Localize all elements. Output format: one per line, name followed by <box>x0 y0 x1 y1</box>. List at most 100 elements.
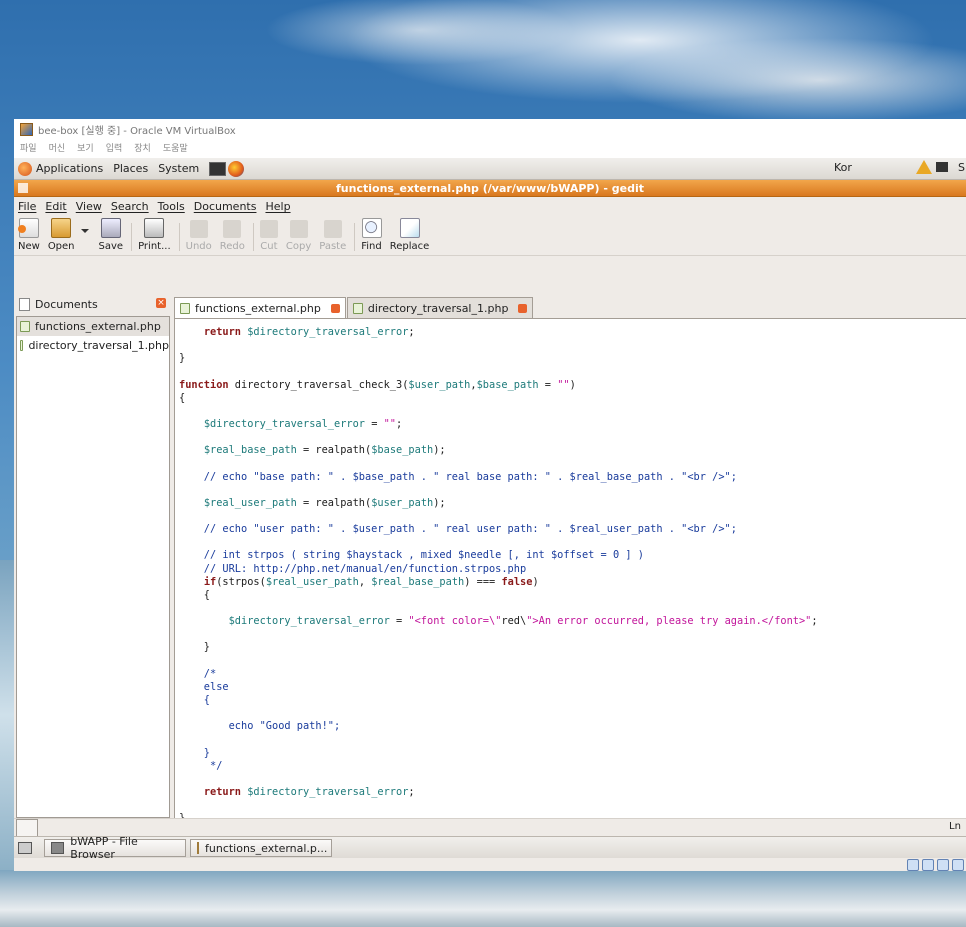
menu-file[interactable]: File <box>18 200 36 213</box>
code-line[interactable] <box>179 733 966 746</box>
keyboard-layout-indicator[interactable]: Kor <box>834 161 852 174</box>
code-line[interactable] <box>179 536 966 549</box>
panel-system[interactable]: System <box>158 162 199 175</box>
network-icon[interactable] <box>936 162 948 172</box>
code-line[interactable] <box>179 365 966 378</box>
menu-edit[interactable]: Edit <box>45 200 66 213</box>
code-line[interactable]: return $directory_traversal_error; <box>179 786 966 799</box>
code-line[interactable] <box>179 707 966 720</box>
code-line[interactable] <box>179 799 966 812</box>
warning-icon[interactable] <box>916 160 932 174</box>
gnome-foot-icon[interactable] <box>18 161 32 176</box>
code-line[interactable]: // URL: http://php.net/manual/en/functio… <box>179 563 966 576</box>
panel-applications[interactable]: Applications <box>36 162 103 175</box>
code-line[interactable]: } <box>179 747 966 760</box>
firefox-launcher-icon[interactable] <box>228 160 245 177</box>
side-pane-header: Documents × <box>14 294 171 314</box>
vbox-menu-machine[interactable]: 머신 <box>49 141 66 154</box>
close-side-pane-icon[interactable]: × <box>156 298 166 308</box>
code-line[interactable] <box>179 339 966 352</box>
code-line[interactable]: function directory_traversal_check_3($us… <box>179 379 966 392</box>
code-line[interactable] <box>179 431 966 444</box>
code-line[interactable]: $real_base_path = realpath($base_path); <box>179 444 966 457</box>
document-item-functions-external[interactable]: functions_external.php <box>17 317 169 336</box>
menu-tools[interactable]: Tools <box>158 200 185 213</box>
tab-functions-external[interactable]: functions_external.php <box>174 297 346 319</box>
menu-help[interactable]: Help <box>265 200 290 213</box>
file-browser-icon <box>51 842 65 854</box>
close-tab-icon[interactable] <box>518 303 528 313</box>
usb-icon[interactable] <box>937 859 949 871</box>
code-line[interactable] <box>179 457 966 470</box>
redo-arrow-icon <box>223 220 242 238</box>
code-line[interactable]: { <box>179 392 966 405</box>
code-line[interactable]: // echo "user path: " . $user_path . " r… <box>179 523 966 536</box>
code-line[interactable]: return $directory_traversal_error; <box>179 326 966 339</box>
terminal-launcher-icon[interactable] <box>209 161 227 176</box>
code-line[interactable]: $directory_traversal_error = ""; <box>179 418 966 431</box>
code-line[interactable]: */ <box>179 760 966 773</box>
gedit-toolbar: New Open Save Print... Undo Redo Cut Cop… <box>14 216 966 256</box>
panel-clock-partial[interactable]: S <box>958 161 965 174</box>
code-line[interactable] <box>179 484 966 497</box>
panel-places[interactable]: Places <box>113 162 148 175</box>
code-line[interactable] <box>179 655 966 668</box>
toolbar-separator <box>354 223 356 251</box>
code-line[interactable]: { <box>179 694 966 707</box>
code-line[interactable] <box>179 405 966 418</box>
vbox-menu-help[interactable]: 도움말 <box>163 141 188 154</box>
menu-view[interactable]: View <box>76 200 102 213</box>
open-recent-dropdown-icon[interactable] <box>80 229 89 233</box>
code-line[interactable] <box>179 773 966 786</box>
replace-button[interactable]: Replace <box>390 218 429 255</box>
network-adapter-icon[interactable] <box>952 859 964 871</box>
code-line[interactable]: { <box>179 589 966 602</box>
vbox-menu-input[interactable]: 입력 <box>106 141 123 154</box>
clipboard-icon <box>323 220 342 238</box>
print-button[interactable]: Print... <box>138 218 171 255</box>
show-desktop-icon[interactable] <box>18 842 32 854</box>
tab-directory-traversal[interactable]: directory_traversal_1.php <box>346 297 534 318</box>
task-gedit[interactable]: functions_external.p... <box>190 839 332 857</box>
code-line[interactable]: // echo "base path: " . $base_path . " r… <box>179 471 966 484</box>
code-line[interactable]: $directory_traversal_error = "<font colo… <box>179 615 966 628</box>
code-text[interactable]: return $directory_traversal_error;} funct… <box>175 319 966 818</box>
code-line[interactable]: if(strpos($real_user_path, $real_base_pa… <box>179 576 966 589</box>
vbox-menu-devices[interactable]: 장치 <box>134 141 151 154</box>
code-line[interactable]: $real_user_path = realpath($user_path); <box>179 497 966 510</box>
new-button-label: New <box>18 241 40 252</box>
save-button[interactable]: Save <box>99 218 123 255</box>
tab-label: functions_external.php <box>195 302 321 315</box>
close-tab-icon[interactable] <box>330 304 340 313</box>
new-button[interactable]: New <box>17 218 40 255</box>
menu-search[interactable]: Search <box>111 200 149 213</box>
code-line[interactable] <box>179 510 966 523</box>
redo-button[interactable]: Redo <box>220 220 245 255</box>
find-button[interactable]: Find <box>361 218 382 255</box>
code-line[interactable]: } <box>179 352 966 365</box>
undo-button[interactable]: Undo <box>186 220 212 255</box>
optical-drive-icon[interactable] <box>922 859 934 871</box>
cut-button[interactable]: Cut <box>259 220 278 255</box>
code-line[interactable]: echo "Good path!"; <box>179 720 966 733</box>
vbox-menu-file[interactable]: 파일 <box>20 141 37 154</box>
tab-label: directory_traversal_1.php <box>367 301 509 315</box>
window-menu-icon[interactable] <box>18 183 28 193</box>
open-button[interactable]: Open <box>48 218 75 255</box>
paste-button[interactable]: Paste <box>319 220 346 255</box>
code-line[interactable]: } <box>179 641 966 654</box>
copy-button[interactable]: Copy <box>286 220 311 255</box>
document-item-label: directory_traversal_1.php <box>28 339 169 352</box>
code-line[interactable] <box>179 602 966 615</box>
task-file-browser[interactable]: bWAPP - File Browser <box>44 835 186 861</box>
code-line[interactable]: /* <box>179 668 966 681</box>
menu-documents[interactable]: Documents <box>194 200 257 213</box>
code-line[interactable] <box>179 628 966 641</box>
code-line[interactable]: // int strpos ( string $haystack , mixed… <box>179 549 966 562</box>
vbox-menu-view[interactable]: 보기 <box>77 141 94 154</box>
code-line[interactable]: else <box>179 681 966 694</box>
code-editor[interactable]: return $directory_traversal_error;} funct… <box>174 318 966 819</box>
document-item-directory-traversal[interactable]: directory_traversal_1.php <box>17 336 169 355</box>
harddisk-icon[interactable] <box>907 859 919 871</box>
toolbar-separator <box>252 223 254 251</box>
